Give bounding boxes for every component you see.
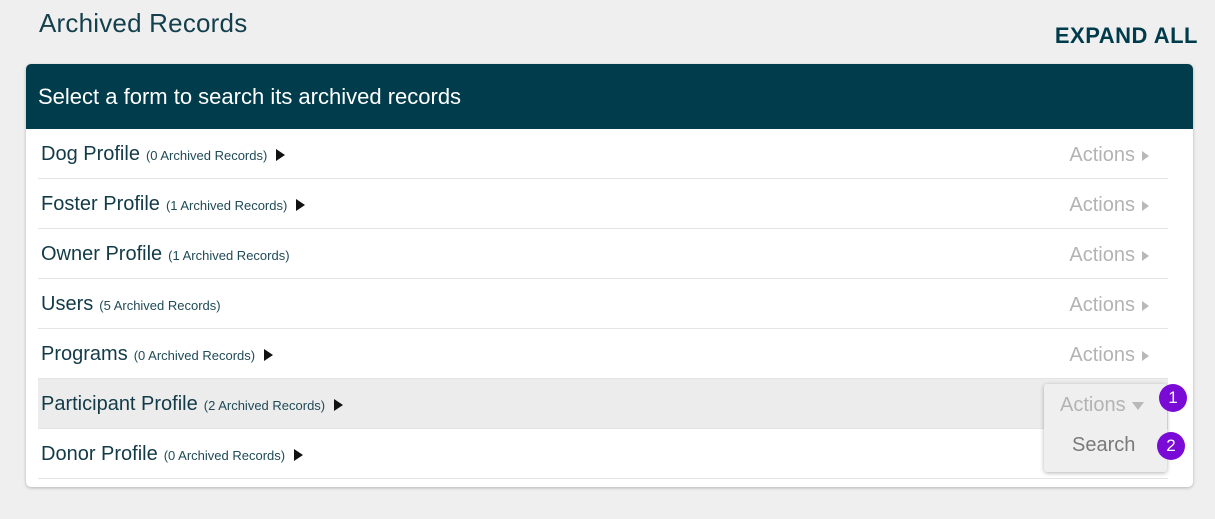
expand-caret-icon[interactable] xyxy=(264,349,274,361)
form-name[interactable]: Dog Profile xyxy=(41,143,140,166)
search-menu-item[interactable]: Search xyxy=(1072,434,1135,457)
form-name[interactable]: Users xyxy=(41,293,93,316)
caret-right-icon xyxy=(1142,150,1149,161)
form-name[interactable]: Foster Profile xyxy=(41,193,160,216)
expand-caret-icon[interactable] xyxy=(334,399,344,411)
form-name[interactable]: Donor Profile xyxy=(41,443,158,466)
form-row-dog-profile[interactable]: Dog Profile (0 Archived Records) Actions xyxy=(38,129,1168,179)
archived-count: (1 Archived Records) xyxy=(168,248,290,263)
expand-caret-icon[interactable] xyxy=(276,149,286,161)
actions-menu-button[interactable]: Actions xyxy=(1069,194,1149,217)
actions-label: Actions xyxy=(1060,394,1126,416)
annotation-badge-2: 2 xyxy=(1157,432,1185,460)
actions-label: Actions xyxy=(1069,194,1135,216)
actions-label: Actions xyxy=(1069,294,1135,316)
actions-label: Actions xyxy=(1069,244,1135,266)
form-list: Dog Profile (0 Archived Records) Actions… xyxy=(38,129,1168,479)
archived-count: (0 Archived Records) xyxy=(163,448,286,463)
actions-label: Actions xyxy=(1069,144,1135,166)
archived-count: (0 Archived Records) xyxy=(145,148,268,163)
archived-count: (1 Archived Records) xyxy=(165,198,288,213)
actions-menu-button[interactable]: Actions xyxy=(1069,294,1149,317)
archived-count: (2 Archived Records) xyxy=(203,398,326,413)
form-row-donor-profile[interactable]: Donor Profile (0 Archived Records) xyxy=(38,429,1168,479)
form-name[interactable]: Participant Profile xyxy=(41,393,198,416)
form-row-owner-profile[interactable]: Owner Profile (1 Archived Records) Actio… xyxy=(38,229,1168,279)
archived-count: (0 Archived Records) xyxy=(133,348,256,363)
actions-label: Actions xyxy=(1069,344,1135,366)
card-header: Select a form to search its archived rec… xyxy=(26,64,1193,129)
archived-count: (5 Archived Records) xyxy=(99,298,221,313)
actions-menu-button[interactable]: Actions xyxy=(1069,244,1149,267)
form-row-programs[interactable]: Programs (0 Archived Records) Actions xyxy=(38,329,1168,379)
actions-menu-button[interactable]: Actions xyxy=(1069,344,1149,367)
caret-right-icon xyxy=(1142,250,1149,261)
caret-right-icon xyxy=(1142,200,1149,211)
actions-dropdown-menu: Actions Search xyxy=(1044,384,1167,472)
caret-right-icon xyxy=(1142,350,1149,361)
page-title: Archived Records xyxy=(39,8,248,38)
expand-all-button[interactable]: EXPAND ALL xyxy=(1055,23,1198,49)
caret-right-icon xyxy=(1142,300,1149,311)
archived-forms-card: Select a form to search its archived rec… xyxy=(26,64,1193,487)
caret-down-icon xyxy=(1131,401,1144,410)
actions-menu-button-open[interactable]: Actions xyxy=(1060,394,1144,417)
annotation-badge-1: 1 xyxy=(1159,384,1187,412)
expand-caret-icon[interactable] xyxy=(294,449,304,461)
actions-menu-button[interactable]: Actions xyxy=(1069,144,1149,167)
form-name[interactable]: Programs xyxy=(41,343,128,366)
form-name[interactable]: Owner Profile xyxy=(41,243,162,266)
form-row-participant-profile[interactable]: Participant Profile (2 Archived Records) xyxy=(38,379,1168,429)
form-row-foster-profile[interactable]: Foster Profile (1 Archived Records) Acti… xyxy=(38,179,1168,229)
form-row-users[interactable]: Users (5 Archived Records) Actions xyxy=(38,279,1168,329)
expand-caret-icon[interactable] xyxy=(296,199,306,211)
